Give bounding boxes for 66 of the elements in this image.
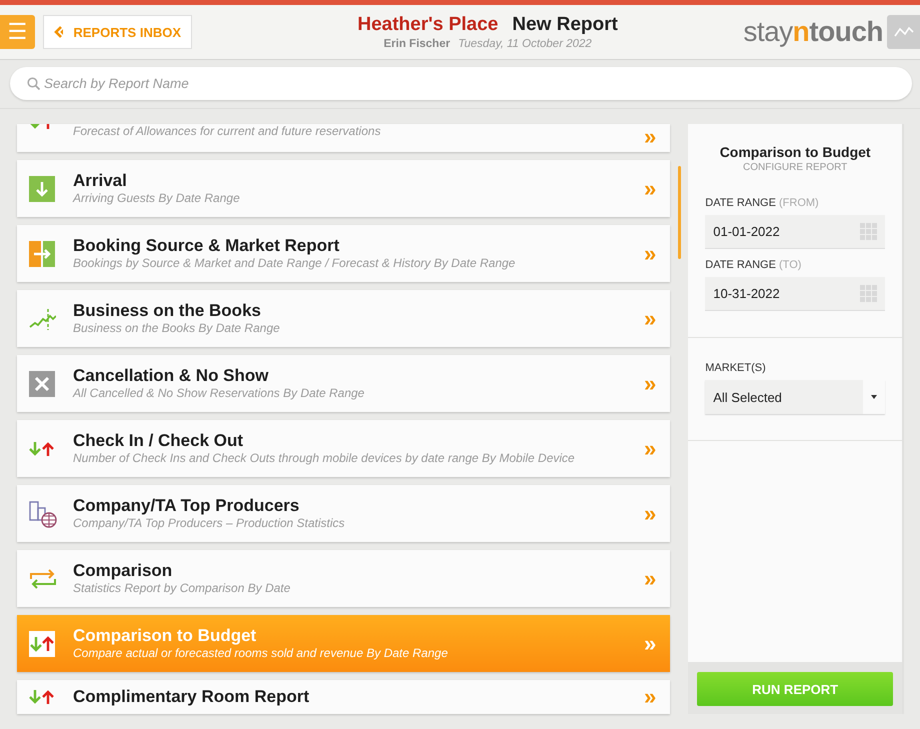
calendar-icon: [860, 285, 878, 302]
field-label: DATE RANGE (FROM): [705, 197, 820, 209]
report-description: Compare actual or forecasted rooms sold and revenue By Date Range: [73, 646, 449, 661]
date-field[interactable]: 01-01-2022: [705, 215, 886, 249]
report-description: Number of Check Ins and Check Outs through mobile devices by date range By Mobile Device: [73, 451, 576, 466]
report-item[interactable]: Complimentary Room Report »: [17, 680, 670, 714]
down-up-arrows-icon: [29, 630, 55, 656]
chevron-icon: »: [644, 176, 656, 202]
chevron-icon: »: [644, 240, 656, 266]
report-title: Comparison: [73, 561, 174, 581]
report-item[interactable]: Arrival Arriving Guests By Date Range »: [17, 160, 670, 217]
report-item[interactable]: Cancellation & No Show All Cancelled & No Show Reservations By Date Range »: [17, 355, 670, 412]
report-description: Bookings by Source & Market and Date Range / Forecast & History By Date Range: [73, 256, 516, 271]
report-title: Comparison to Budget: [73, 626, 258, 646]
report-item[interactable]: Comparison Statistics Report by Comparison By Date »: [17, 550, 670, 607]
report-description: Forecast of Allowances for current and future reservations: [73, 124, 382, 139]
search-field[interactable]: Search by Report Name: [10, 67, 912, 100]
report-title: Check In / Check Out: [73, 431, 244, 451]
chevron-icon: »: [644, 566, 656, 592]
down-up-arrows-icon: [29, 689, 55, 705]
double-chevron-icon: [54, 26, 64, 38]
chevron-icon: »: [644, 684, 656, 710]
current-date: Tuesday, 11 October 2022: [458, 38, 592, 50]
report-title: Company/TA Top Producers: [73, 496, 300, 516]
swap-arrows-icon: [29, 566, 57, 590]
caret-icon: [871, 395, 878, 399]
report-title: Booking Source & Market Report: [73, 236, 340, 256]
chevron-icon: »: [644, 124, 656, 150]
report-title: Business on the Books: [73, 301, 262, 321]
building-globe-icon: [29, 500, 57, 528]
scrollbar[interactable]: [678, 166, 681, 259]
chevron-icon: »: [644, 306, 656, 332]
report-item[interactable]: Company/TA Top Producers Company/TA Top Producers – Production Statistics »: [17, 485, 670, 542]
report-title: Cancellation & No Show: [73, 366, 270, 386]
logo: stayntouch: [743, 16, 883, 48]
report-title: Arrival: [73, 171, 128, 191]
chevron-icon: »: [644, 436, 656, 462]
report-description: Statistics Report by Comparison By Date: [73, 581, 292, 596]
search-icon: [27, 77, 40, 90]
report-description: Arriving Guests By Date Range: [73, 191, 241, 206]
report-description: All Cancelled & No Show Reservations By Date Range: [73, 386, 366, 401]
report-description: Company/TA Top Producers – Production Statistics: [73, 516, 346, 531]
line-chart-icon: [29, 308, 56, 330]
user-name: Erin Fischer: [384, 38, 450, 50]
report-item[interactable]: Check In / Check Out Number of Check Ins and Check Outs through mobile devices by date range By Mobile Device »: [17, 420, 670, 477]
activity-button[interactable]: [887, 15, 920, 49]
chevron-icon: »: [644, 370, 656, 396]
line-graph-icon: [894, 26, 914, 38]
down-up-arrows-icon: [29, 440, 55, 456]
config-title: Comparison to Budget: [720, 144, 871, 160]
field-label: DATE RANGE (TO): [705, 259, 802, 271]
chevron-icon: »: [644, 500, 656, 526]
chevron-icon: »: [644, 630, 656, 656]
report-item[interactable]: Booking Source & Market Report Bookings by Source & Market and Date Range / Forecast & History By Date Range »: [17, 225, 670, 282]
calendar-icon: [860, 223, 878, 240]
report-item[interactable]: Business on the Books Business on the Books By Date Range »: [17, 290, 670, 347]
market-select[interactable]: All Selected: [705, 380, 886, 414]
hotel-name: Heather's Place: [357, 14, 498, 36]
config-subtitle: CONFIGURE REPORT: [742, 162, 848, 173]
close-icon: [29, 370, 55, 396]
report-description: Business on the Books By Date Range: [73, 321, 281, 336]
field-label: MARKET(S): [705, 362, 767, 374]
date-field[interactable]: 10-31-2022: [705, 277, 886, 311]
page-title: New Report: [512, 14, 618, 36]
report-title: Complimentary Room Report: [73, 687, 310, 707]
right-arrow-icon: [29, 240, 55, 266]
